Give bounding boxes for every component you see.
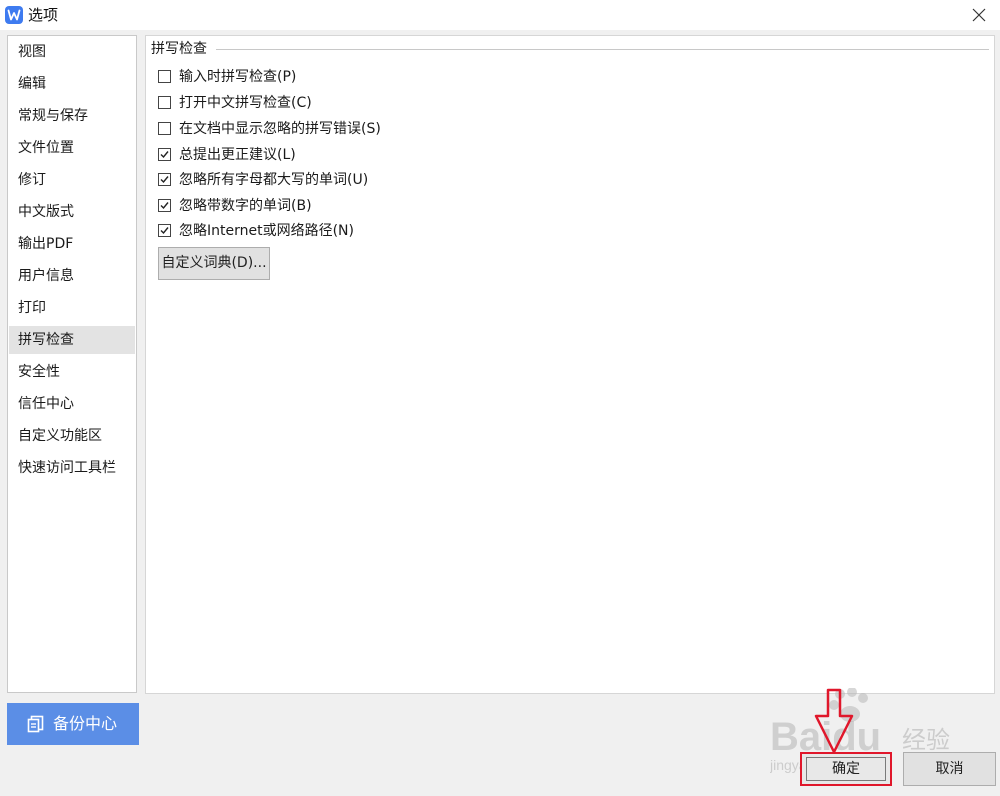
option-label: 忽略Internet或网络路径(N) [179,223,354,239]
sidebar-item-file-locations[interactable]: 文件位置 [9,134,135,162]
options-sidebar: 视图 编辑 常规与保存 文件位置 修订 中文版式 输出PDF 用户信息 打印 拼… [7,35,137,693]
checkbox-unchecked[interactable] [158,70,171,83]
title-bar: 选项 [0,0,1000,30]
sidebar-item-customize-ribbon[interactable]: 自定义功能区 [9,422,135,450]
ok-button[interactable]: 确定 [800,752,892,786]
backup-center-button[interactable]: 备份中心 [7,703,139,745]
checkbox-checked[interactable] [158,148,171,161]
option-label: 总提出更正建议(L) [179,147,296,163]
checkmark-icon [160,202,169,210]
section-divider [216,49,989,50]
cancel-button[interactable]: 取消 [903,752,996,786]
sidebar-item-trust-center[interactable]: 信任中心 [9,390,135,418]
checkbox-checked[interactable] [158,199,171,212]
section-title: 拼写检查 [151,40,213,58]
option-label: 忽略所有字母都大写的单词(U) [179,172,369,188]
close-icon [972,8,986,22]
checkmark-icon [160,151,169,159]
checkmark-icon [160,176,169,184]
checkbox-unchecked[interactable] [158,96,171,109]
sidebar-item-spell-check[interactable]: 拼写检查 [9,326,135,354]
backup-center-label: 备份中心 [53,714,118,733]
sidebar-item-general-save[interactable]: 常规与保存 [9,102,135,130]
sidebar-item-print[interactable]: 打印 [9,294,135,322]
window-title: 选项 [28,6,59,24]
option-label: 输入时拼写检查(P) [179,69,297,85]
sidebar-item-security[interactable]: 安全性 [9,358,135,386]
custom-dictionary-button[interactable]: 自定义词典(D)... [158,247,270,280]
backup-document-icon [27,715,45,733]
watermark-brand-cn: 经验 [902,726,950,754]
sidebar-item-user-info[interactable]: 用户信息 [9,262,135,290]
checkbox-unchecked[interactable] [158,122,171,135]
sidebar-item-export-pdf[interactable]: 输出PDF [9,230,135,258]
ok-button-label: 确定 [832,761,860,777]
red-arrow-annotation [814,688,854,756]
sidebar-item-view[interactable]: 视图 [9,38,135,66]
option-label: 在文档中显示忽略的拼写错误(S) [179,121,381,137]
options-dialog: 选项 视图 编辑 常规与保存 文件位置 修订 中文版式 输出PDF 用户信息 打… [0,0,1000,796]
checkmark-icon [160,227,169,235]
spell-check-panel: 拼写检查 输入时拼写检查(P) 打开中文拼写检查(C) 在文档中显示忽略的拼写错… [145,35,995,694]
sidebar-item-quick-access-toolbar[interactable]: 快速访问工具栏 [9,454,135,482]
option-label: 忽略带数字的单词(B) [179,198,312,214]
sidebar-item-revisions[interactable]: 修订 [9,166,135,194]
checkbox-checked[interactable] [158,173,171,186]
checkbox-checked[interactable] [158,224,171,237]
close-button[interactable] [968,4,990,26]
option-label: 打开中文拼写检查(C) [179,95,312,111]
sidebar-item-chinese-layout[interactable]: 中文版式 [9,198,135,226]
sidebar-item-edit[interactable]: 编辑 [9,70,135,98]
wps-writer-logo-icon [5,6,23,24]
